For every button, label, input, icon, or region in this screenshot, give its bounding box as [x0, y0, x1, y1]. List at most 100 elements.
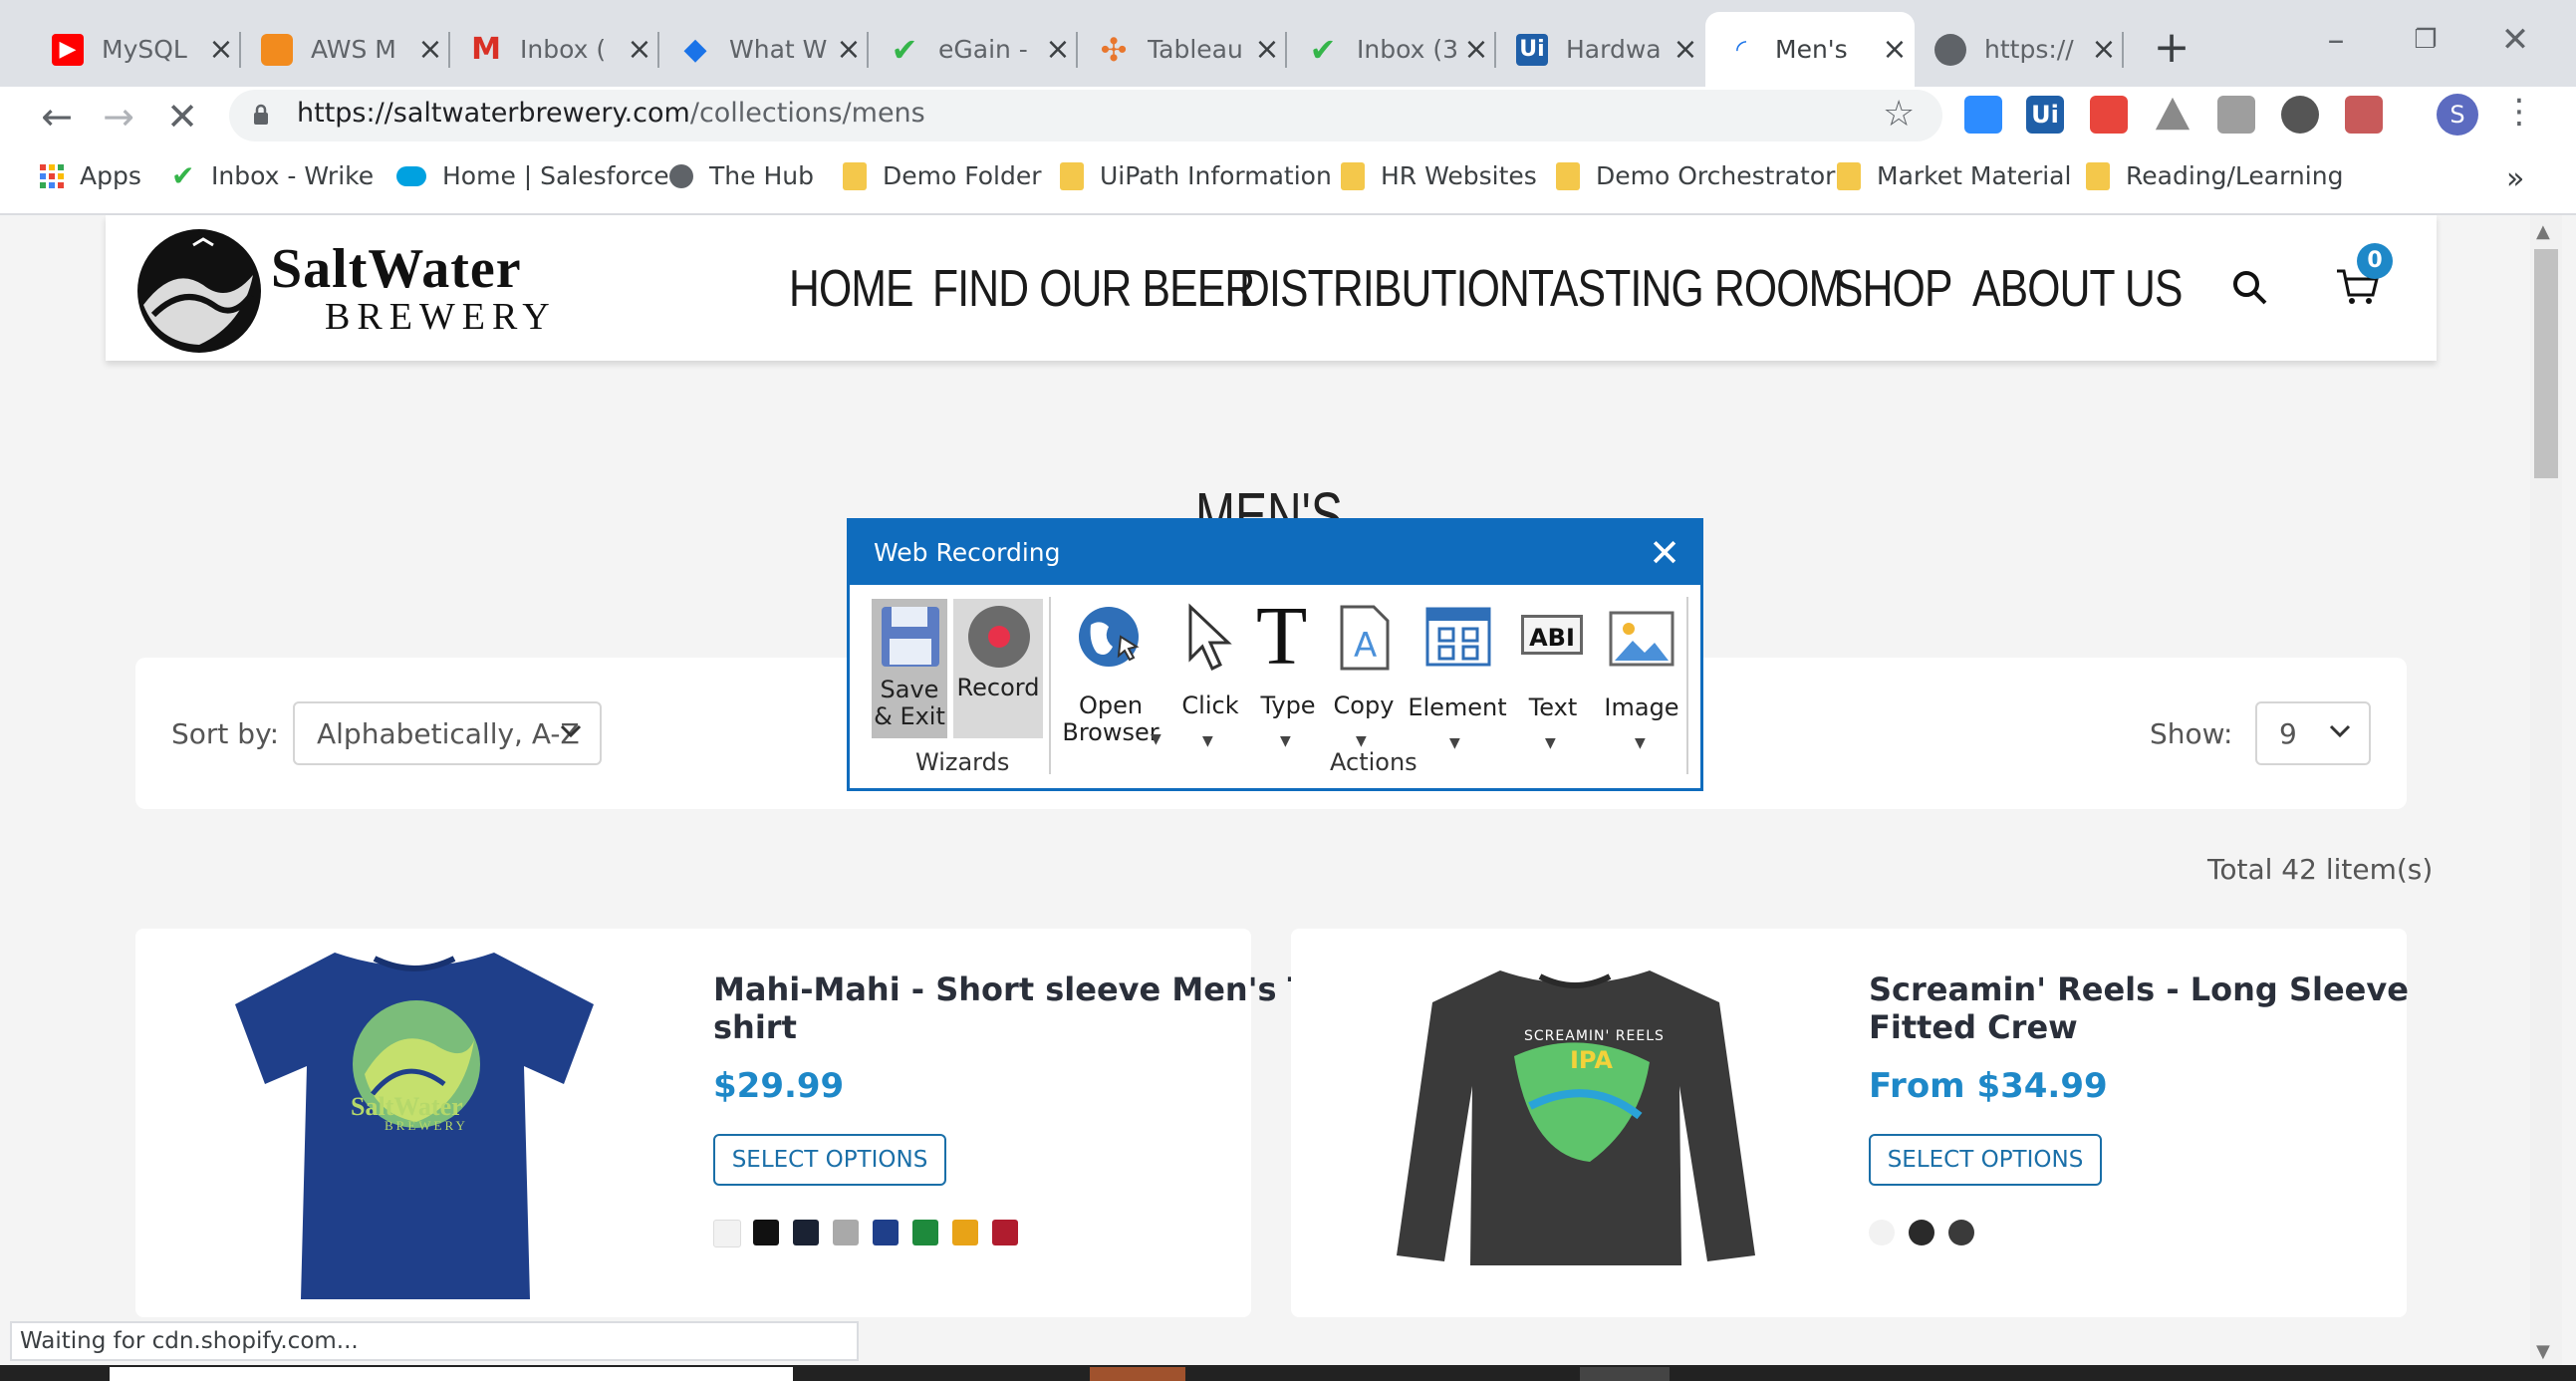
- close-tab-icon[interactable]: ×: [2084, 32, 2124, 67]
- close-tab-icon[interactable]: ×: [410, 32, 450, 67]
- nav-find-our-beer[interactable]: FIND OUR BEER: [932, 259, 1255, 319]
- dialog-title: Web Recording: [850, 521, 1700, 585]
- minimize-button[interactable]: –: [2291, 10, 2381, 70]
- check-icon: ✔: [891, 30, 918, 69]
- tab-aws[interactable]: AWS M ×: [241, 12, 450, 87]
- extension-icon[interactable]: [2281, 96, 2319, 134]
- close-tab-icon[interactable]: ×: [1875, 32, 1915, 67]
- tab-what[interactable]: ◆ What W ×: [659, 12, 869, 87]
- tab-egain[interactable]: ✔ eGain - ×: [869, 12, 1078, 87]
- folder-icon: [2086, 161, 2110, 190]
- bookmark-reading-learning[interactable]: Reading/Learning: [2086, 161, 2343, 190]
- cart-count-badge: 0: [2357, 243, 2393, 279]
- bookmark-uipath-information[interactable]: UiPath Information: [1060, 161, 1332, 190]
- close-tab-icon[interactable]: ×: [1038, 32, 1078, 67]
- nav-shop[interactable]: SHOP: [1835, 259, 1952, 319]
- uipath-extension-icon[interactable]: Ui: [2026, 96, 2064, 134]
- close-tab-icon[interactable]: ×: [829, 32, 869, 67]
- select-options-button[interactable]: SELECT OPTIONS: [1869, 1134, 2102, 1186]
- search-icon[interactable]: [2231, 269, 2269, 311]
- scroll-up-arrow-icon[interactable]: ▲: [2536, 221, 2550, 242]
- product-price: $29.99: [713, 1066, 845, 1106]
- element-button[interactable]: Element ▼: [1408, 603, 1507, 751]
- tab-hardware[interactable]: Ui Hardwa ×: [1496, 12, 1705, 87]
- record-button[interactable]: Record: [953, 599, 1043, 738]
- scroll-down-arrow-icon[interactable]: ▼: [2536, 1341, 2550, 1362]
- nav-distribution[interactable]: DISTRIBUTION: [1239, 259, 1530, 319]
- close-window-button[interactable]: ✕: [2470, 10, 2560, 70]
- tab-tableau[interactable]: ✣ Tableau ×: [1078, 12, 1287, 87]
- close-tab-icon[interactable]: ×: [620, 32, 659, 67]
- nav-about-us[interactable]: ABOUT US: [1972, 259, 2183, 319]
- color-swatch[interactable]: [1948, 1220, 1974, 1245]
- select-options-button[interactable]: SELECT OPTIONS: [713, 1134, 946, 1186]
- stop-loading-button[interactable]: ✕: [157, 92, 207, 141]
- copy-document-icon: A: [1338, 603, 1392, 679]
- back-button[interactable]: ←: [32, 92, 82, 141]
- bookmark-demo-folder[interactable]: Demo Folder: [843, 161, 1042, 190]
- tab-gmail[interactable]: M Inbox ( ×: [450, 12, 659, 87]
- copy-button[interactable]: A Copy ▼: [1326, 603, 1402, 749]
- nav-tasting-room[interactable]: TASTING ROOM: [1528, 259, 1844, 319]
- type-button[interactable]: T Type ▼: [1250, 595, 1326, 750]
- show-count-select[interactable]: 9: [2255, 701, 2371, 765]
- tab-https[interactable]: https:// ×: [1915, 12, 2124, 87]
- product-title[interactable]: Mahi-Mahi - Short sleeve Men's T- shirt: [713, 970, 1318, 1046]
- bookmark-wrike[interactable]: ✔ Inbox - Wrike: [171, 161, 374, 190]
- product-title[interactable]: Screamin' Reels - Long Sleeve Fitted Cre…: [1869, 970, 2409, 1046]
- new-tab-button[interactable]: +: [2142, 18, 2201, 78]
- bookmark-hr-websites[interactable]: HR Websites: [1341, 161, 1537, 190]
- color-swatch[interactable]: [833, 1220, 859, 1245]
- brewery-logo-wave-icon[interactable]: [133, 225, 267, 355]
- click-button[interactable]: Click ▼: [1172, 603, 1248, 749]
- check-icon: ✔: [1309, 30, 1337, 69]
- color-swatch[interactable]: [1869, 1220, 1895, 1245]
- color-swatch[interactable]: [992, 1220, 1018, 1245]
- color-swatch[interactable]: [1909, 1220, 1934, 1245]
- close-tab-icon[interactable]: ×: [1456, 32, 1496, 67]
- tab-mysql[interactable]: ▶ MySQL ×: [32, 12, 241, 87]
- bookmark-salesforce[interactable]: Home | Salesforce: [396, 161, 669, 190]
- cloud-icon: [396, 165, 426, 186]
- close-tab-icon[interactable]: ×: [201, 32, 241, 67]
- folder-icon: [1341, 161, 1365, 190]
- tab-mens-active[interactable]: ◜ Men's ×: [1705, 12, 1915, 87]
- browser-menu-icon[interactable]: ⋮: [2502, 92, 2536, 132]
- taskbar-strip: [110, 1367, 793, 1381]
- color-swatch[interactable]: [713, 1220, 741, 1247]
- profile-avatar[interactable]: S: [2437, 94, 2478, 136]
- save-exit-button[interactable]: Save & Exit: [872, 599, 947, 738]
- color-swatch[interactable]: [952, 1220, 978, 1245]
- text-button[interactable]: ABI Text ▼: [1515, 603, 1591, 751]
- group-divider: [1049, 597, 1051, 774]
- restore-button[interactable]: ❐: [2381, 10, 2470, 70]
- close-tab-icon[interactable]: ×: [1247, 32, 1287, 67]
- sort-select[interactable]: Alphabetically, A-Z: [293, 701, 602, 765]
- bookmark-demo-orchestrator[interactable]: Demo Orchestrator: [1556, 161, 1835, 190]
- close-tab-icon[interactable]: ×: [1666, 32, 1705, 67]
- bookmark-market-material[interactable]: Market Material: [1837, 161, 2071, 190]
- more-bookmarks-button[interactable]: »: [2506, 161, 2524, 196]
- color-swatch[interactable]: [753, 1220, 779, 1245]
- color-swatch[interactable]: [873, 1220, 899, 1245]
- tab-inbox[interactable]: ✔ Inbox (3 ×: [1287, 12, 1496, 87]
- scrollbar-thumb[interactable]: [2534, 249, 2558, 478]
- total-items: Total 42 litem(s): [2207, 853, 2434, 886]
- image-button[interactable]: Image ▼: [1597, 603, 1686, 751]
- extension-icon[interactable]: [2090, 96, 2128, 134]
- bookmark-apps[interactable]: Apps: [40, 161, 141, 190]
- color-swatch[interactable]: [912, 1220, 938, 1245]
- dialog-close-button[interactable]: ✕: [1645, 533, 1684, 573]
- nav-home[interactable]: HOME: [789, 259, 913, 319]
- bookmark-the-hub[interactable]: The Hub: [669, 161, 814, 190]
- bookmark-extension-icon[interactable]: [2217, 96, 2255, 134]
- product-image-longsleeve[interactable]: [1391, 967, 1759, 1275]
- forward-button[interactable]: →: [94, 92, 143, 141]
- zoom-extension-icon[interactable]: [1964, 96, 2002, 134]
- open-browser-button[interactable]: Open Browser ▼: [1059, 603, 1162, 747]
- pdf-extension-icon[interactable]: [2345, 96, 2383, 134]
- wizards-group-label: Wizards: [915, 748, 1010, 776]
- bookmark-star-icon[interactable]: ☆: [1883, 94, 1915, 135]
- type-t-icon: T: [1256, 590, 1308, 683]
- color-swatch[interactable]: [793, 1220, 819, 1245]
